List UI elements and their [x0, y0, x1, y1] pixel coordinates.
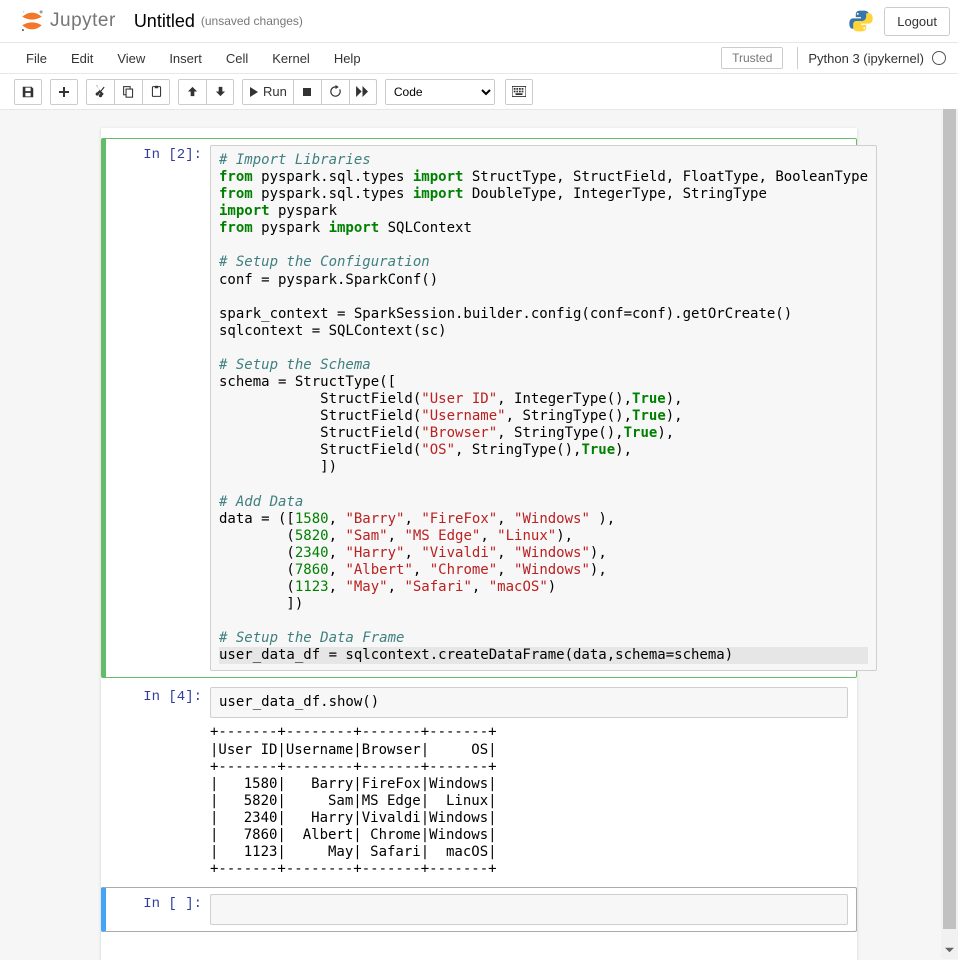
cut-button[interactable] [86, 79, 114, 105]
jupyter-logo-text: Jupyter [50, 10, 116, 32]
code-input[interactable]: user_data_df.show() [210, 687, 848, 718]
notebook-header: Jupyter Untitled (unsaved changes) Logou… [0, 0, 958, 43]
restart-run-all-button[interactable] [349, 79, 377, 105]
cut-icon [94, 85, 107, 98]
cell-prompt: In [4]: [106, 687, 210, 878]
restart-icon [329, 85, 342, 98]
cell-type-select[interactable]: Code [385, 79, 495, 105]
move-up-button[interactable] [178, 79, 206, 105]
restart-button[interactable] [321, 79, 349, 105]
menu-view[interactable]: View [105, 47, 157, 70]
menu-file[interactable]: File [14, 47, 59, 70]
python-logo-icon [848, 8, 874, 34]
cell-output: +-------+--------+-------+-------+ |User… [210, 718, 848, 878]
cell-body: # Import Libraries from pyspark.sql.type… [210, 145, 877, 671]
arrow-down-icon [215, 86, 226, 97]
interrupt-button[interactable] [293, 79, 321, 105]
kernel-name: Python 3 (ipykernel) [808, 51, 924, 66]
toolbar: Run Code [0, 74, 958, 110]
paste-button[interactable] [142, 79, 170, 105]
copy-icon [122, 85, 135, 98]
kernel-status-icon [932, 51, 946, 65]
cell-body [210, 894, 848, 925]
menu-help[interactable]: Help [322, 47, 373, 70]
play-icon [249, 87, 259, 97]
insert-cell-button[interactable] [50, 79, 78, 105]
cell-prompt: In [2]: [106, 145, 210, 671]
paste-icon [150, 85, 163, 98]
cell-body: user_data_df.show()+-------+--------+---… [210, 687, 848, 878]
code-input[interactable] [210, 894, 848, 925]
jupyter-logo-icon [18, 7, 46, 35]
move-down-button[interactable] [206, 79, 234, 105]
code-cell[interactable]: In [ ]: [101, 887, 857, 932]
code-input[interactable]: # Import Libraries from pyspark.sql.type… [210, 145, 877, 671]
save-icon [21, 85, 35, 99]
keyboard-icon [512, 86, 526, 97]
run-button[interactable]: Run [242, 79, 293, 105]
copy-button[interactable] [114, 79, 142, 105]
stop-icon [302, 87, 312, 97]
scrollbar-thumb[interactable] [943, 109, 956, 929]
logout-button[interactable]: Logout [884, 7, 950, 36]
notebook-scroll-area[interactable]: In [2]:# Import Libraries from pyspark.s… [0, 110, 958, 960]
kernel-indicator[interactable]: Python 3 (ipykernel) [797, 47, 950, 69]
scrollbar-down-icon [945, 946, 954, 955]
notebook-title[interactable]: Untitled [134, 11, 195, 32]
fast-forward-icon [356, 86, 369, 97]
menubar: File Edit View Insert Cell Kernel Help T… [0, 43, 958, 73]
scrollbar[interactable] [941, 109, 958, 959]
menu-edit[interactable]: Edit [59, 47, 105, 70]
jupyter-logo[interactable]: Jupyter [18, 7, 116, 35]
menu-kernel[interactable]: Kernel [260, 47, 322, 70]
arrow-up-icon [187, 86, 198, 97]
save-status: (unsaved changes) [201, 14, 303, 28]
save-button[interactable] [14, 79, 42, 105]
menubar-container: File Edit View Insert Cell Kernel Help T… [0, 43, 958, 74]
code-cell[interactable]: In [2]:# Import Libraries from pyspark.s… [101, 138, 857, 678]
cell-prompt: In [ ]: [106, 894, 210, 925]
trusted-button[interactable]: Trusted [721, 47, 783, 69]
notebook-container: In [2]:# Import Libraries from pyspark.s… [101, 128, 857, 960]
run-label: Run [263, 84, 287, 99]
code-cell[interactable]: In [4]:user_data_df.show()+-------+-----… [101, 680, 857, 885]
plus-icon [58, 86, 70, 98]
menu-insert[interactable]: Insert [157, 47, 214, 70]
command-palette-button[interactable] [505, 79, 533, 105]
menu-cell[interactable]: Cell [214, 47, 260, 70]
